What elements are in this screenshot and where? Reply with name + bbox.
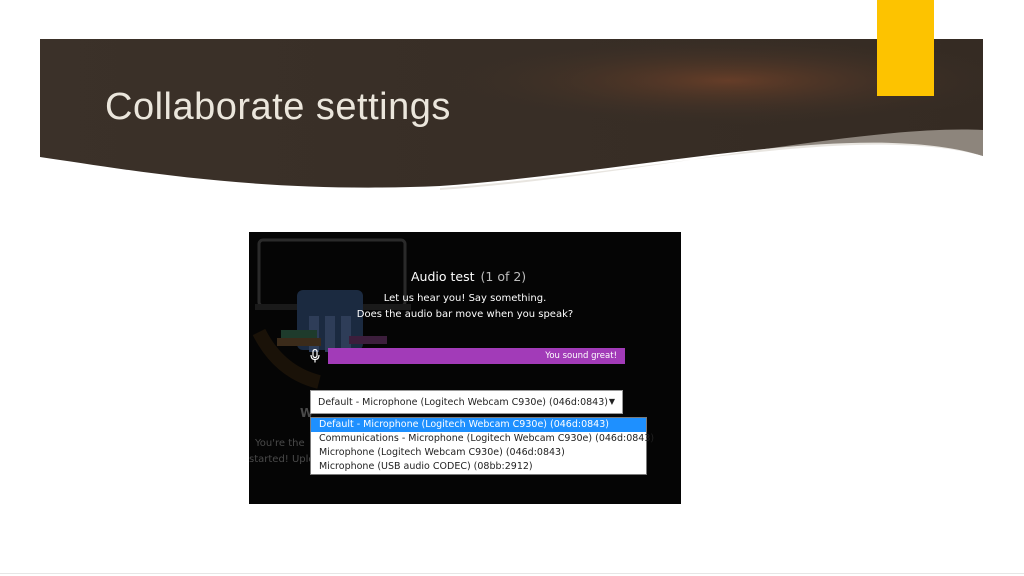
background-text-fragment: started! Uplo (249, 454, 315, 465)
bottom-divider (0, 573, 1024, 574)
microphone-option-usb-codec[interactable]: Microphone (USB audio CODEC) (08bb:2912) (311, 460, 646, 474)
presentation-slide: Collaborate settings W You're the starte… (0, 0, 1024, 576)
prompt-line-2: Does the audio bar move when you speak? (356, 309, 574, 320)
microphone-select[interactable]: Default - Microphone (Logitech Webcam C9… (310, 390, 623, 414)
slide-title: Collaborate settings (105, 86, 451, 128)
prompt-line-1: Let us hear you! Say something. (383, 293, 547, 304)
audio-test-title: Audio test (411, 269, 475, 284)
microphone-option-default[interactable]: Default - Microphone (Logitech Webcam C9… (311, 418, 646, 432)
audio-test-screenshot: W You're the started! Uplo Audio test (1 … (249, 232, 681, 504)
audio-level-bar: You sound great! (328, 348, 625, 364)
chevron-down-icon: ▼ (608, 397, 615, 406)
microphone-select-value: Default - Microphone (Logitech Webcam C9… (318, 397, 608, 408)
audio-test-heading: Audio test (1 of 2) (411, 269, 526, 284)
audio-test-step: (1 of 2) (480, 269, 527, 284)
audio-level-label: You sound great! (545, 351, 617, 361)
microphone-icon (310, 349, 320, 363)
microphone-dropdown-list: Default - Microphone (Logitech Webcam C9… (310, 417, 654, 475)
microphone-option-communications[interactable]: Communications - Microphone (Logitech We… (311, 432, 654, 446)
background-text-fragment: You're the (255, 438, 305, 449)
microphone-option-webcam[interactable]: Microphone (Logitech Webcam C930e) (046d… (311, 446, 646, 460)
accent-block (877, 0, 934, 96)
